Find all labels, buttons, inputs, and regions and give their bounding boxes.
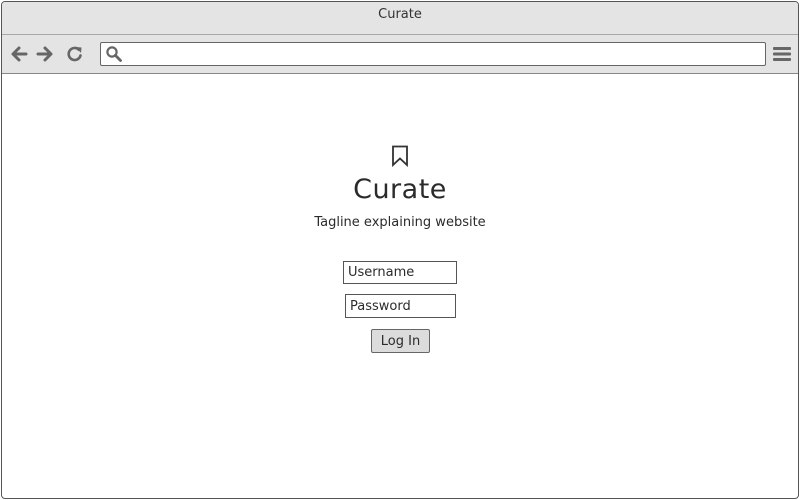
site-title: Curate [353,174,447,205]
arrow-left-icon[interactable] [10,45,28,63]
hamburger-menu-icon[interactable] [772,45,792,63]
password-field[interactable] [345,294,456,318]
window-title: Curate [378,7,422,22]
bookmark-icon [392,145,408,167]
page-content: Curate Tagline explaining website Log In [2,74,798,498]
address-bar[interactable] [100,42,766,66]
login-button[interactable]: Log In [371,329,430,353]
arrow-right-icon[interactable] [36,45,54,63]
reload-icon[interactable] [66,45,84,63]
browser-window: Curate Curate Tagline explaining website… [1,1,799,499]
window-titlebar: Curate [2,2,798,35]
search-icon [106,46,122,62]
browser-toolbar [2,35,798,74]
site-tagline: Tagline explaining website [314,215,486,230]
address-input[interactable] [127,45,757,61]
username-field[interactable] [343,261,457,284]
